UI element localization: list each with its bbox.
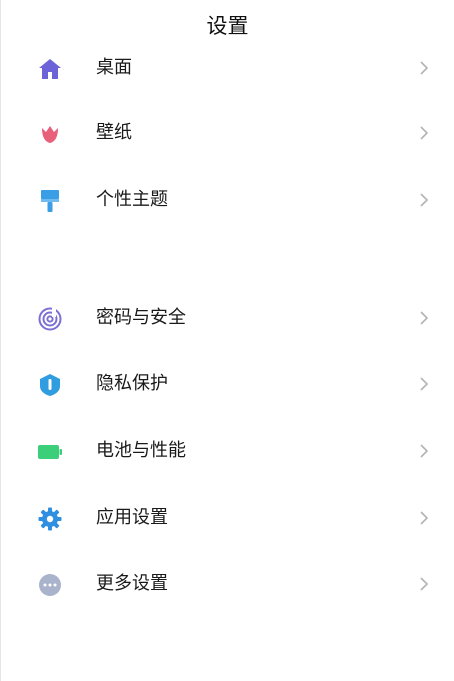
settings-item-label: 壁纸 bbox=[96, 122, 132, 143]
chevron-right-icon bbox=[417, 376, 431, 392]
settings-item-themes[interactable]: 个性主题 bbox=[1, 172, 454, 228]
settings-item-label: 电池与性能 bbox=[96, 440, 186, 461]
settings-item-battery-performance[interactable]: 电池与性能 bbox=[1, 423, 454, 479]
settings-item-privacy[interactable]: 隐私保护 bbox=[1, 356, 454, 412]
settings-screen: 设置 桌面 壁纸 个性主题 密码与安全 隐私保护 电池与性能 应用设置 更多设置 bbox=[0, 0, 454, 681]
battery-icon bbox=[37, 439, 63, 465]
fingerprint-icon bbox=[37, 306, 63, 332]
settings-item-label: 密码与安全 bbox=[96, 307, 186, 328]
settings-item-password-security[interactable]: 密码与安全 bbox=[1, 290, 454, 346]
settings-item-wallpaper[interactable]: 壁纸 bbox=[1, 105, 454, 161]
settings-item-more-settings[interactable]: 更多设置 bbox=[1, 556, 454, 612]
chevron-right-icon bbox=[417, 60, 431, 76]
chevron-right-icon bbox=[417, 576, 431, 592]
home-icon bbox=[37, 56, 63, 82]
more-dots-icon bbox=[37, 572, 63, 598]
chevron-right-icon bbox=[417, 192, 431, 208]
settings-item-app-settings[interactable]: 应用设置 bbox=[1, 490, 454, 546]
settings-item-label: 个性主题 bbox=[96, 189, 168, 210]
settings-item-label: 隐私保护 bbox=[96, 373, 168, 394]
paint-brush-icon bbox=[37, 188, 63, 214]
shield-icon bbox=[37, 372, 63, 398]
settings-item-label: 更多设置 bbox=[96, 573, 168, 594]
settings-item-label: 桌面 bbox=[96, 57, 132, 78]
chevron-right-icon bbox=[417, 510, 431, 526]
tulip-icon bbox=[37, 121, 63, 147]
gear-icon bbox=[37, 506, 63, 532]
chevron-right-icon bbox=[417, 310, 431, 326]
settings-item-desktop[interactable]: 桌面 bbox=[1, 40, 454, 96]
chevron-right-icon bbox=[417, 443, 431, 459]
settings-item-label: 应用设置 bbox=[96, 507, 168, 528]
chevron-right-icon bbox=[417, 125, 431, 141]
page-title: 设置 bbox=[206, 14, 249, 38]
